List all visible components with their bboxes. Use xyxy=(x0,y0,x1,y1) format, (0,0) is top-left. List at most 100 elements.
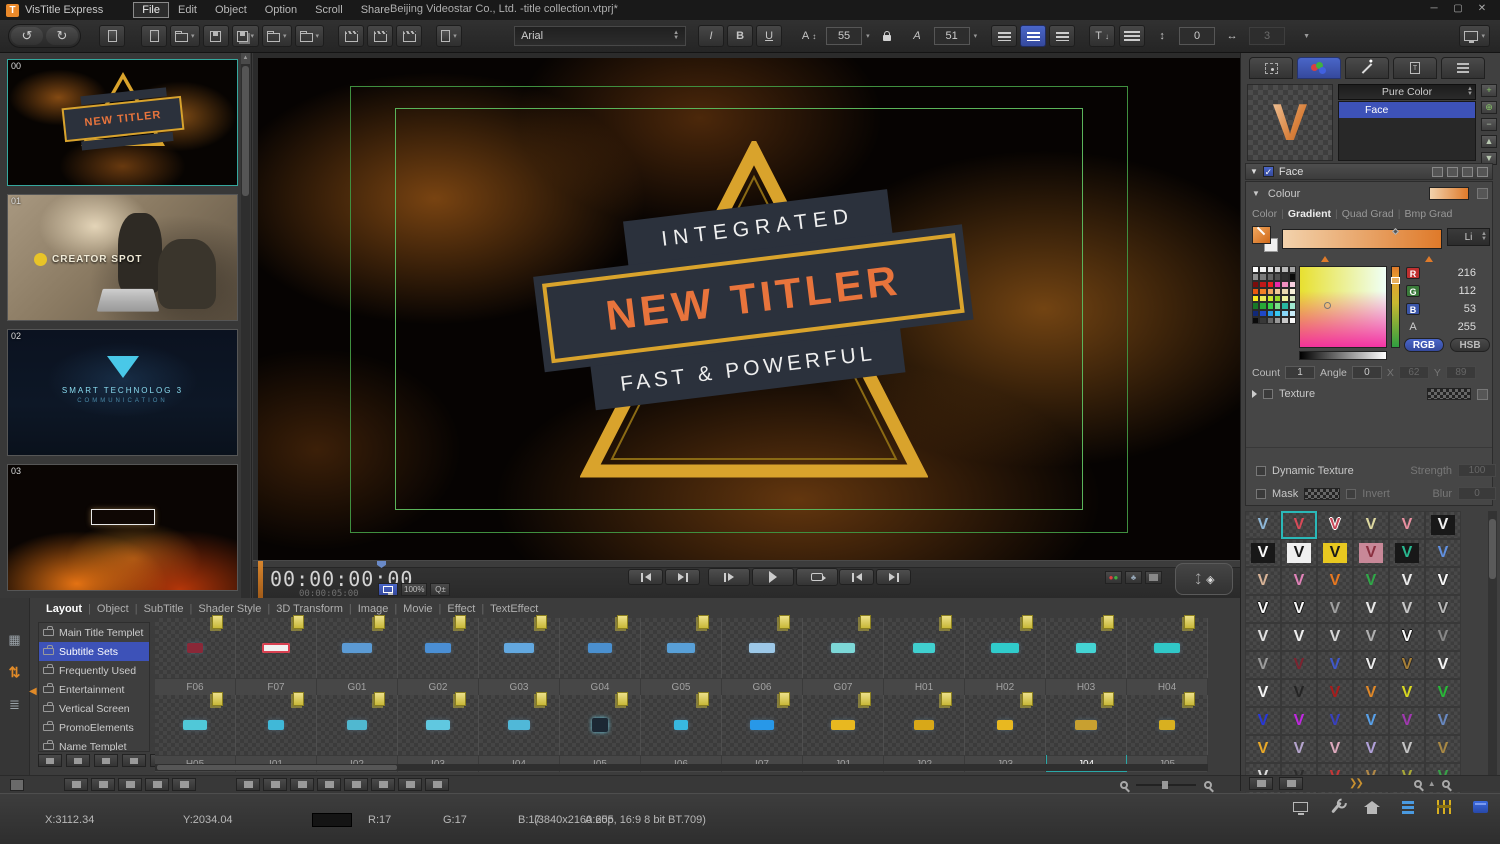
replace-template-button[interactable] xyxy=(290,778,314,791)
tab-object[interactable]: Object xyxy=(91,602,135,616)
fill-tab-gradient[interactable]: Gradient xyxy=(1288,208,1331,220)
style-preset-50[interactable]: V xyxy=(1317,735,1353,763)
palette-swatch[interactable] xyxy=(1252,295,1260,303)
fill-tab-color[interactable]: Color xyxy=(1252,208,1277,220)
tool-tab-library[interactable] xyxy=(1441,57,1485,79)
tab-image[interactable]: Image xyxy=(352,602,395,616)
import-template-button[interactable]: ▾ xyxy=(262,25,292,47)
x-input[interactable]: 62 xyxy=(1398,366,1429,379)
palette-swatch[interactable] xyxy=(1274,309,1282,317)
lock-ratio-button[interactable] xyxy=(874,25,900,47)
palette-swatch[interactable] xyxy=(1288,273,1296,281)
style-preset-11[interactable]: V xyxy=(1425,539,1461,567)
palette-swatch[interactable] xyxy=(1274,302,1282,310)
template-I05[interactable]: I05 xyxy=(560,692,641,772)
font-size-select[interactable]: 55 xyxy=(826,27,863,45)
mask-checkbox[interactable] xyxy=(1256,488,1266,499)
palette-swatch[interactable] xyxy=(1252,266,1260,274)
move-shader-up-button[interactable]: ▲ xyxy=(1481,135,1497,148)
category-frequently-used[interactable]: Frequently Used xyxy=(39,661,149,680)
align-right-button[interactable] xyxy=(1049,25,1076,47)
palette-swatch[interactable] xyxy=(1274,266,1282,274)
add-shader-button[interactable]: + xyxy=(1481,84,1497,97)
palette-swatch[interactable] xyxy=(1288,309,1296,317)
paste-template-button[interactable] xyxy=(371,778,395,791)
palette-swatch[interactable] xyxy=(1274,295,1282,303)
style-preset-41[interactable]: V xyxy=(1425,679,1461,707)
vertical-text-button[interactable]: T ↓ xyxy=(1089,25,1116,47)
palette-swatch[interactable] xyxy=(1274,280,1282,288)
text-underline-button[interactable]: U xyxy=(756,25,783,47)
remove-shader-button[interactable]: − xyxy=(1481,118,1497,131)
template-G04[interactable]: G04 xyxy=(560,615,641,695)
style-preset-37[interactable]: V xyxy=(1281,679,1317,707)
palette-swatch[interactable] xyxy=(1266,266,1274,274)
play-button[interactable] xyxy=(752,568,794,586)
scene-thumbnail-02[interactable]: 02 SMART TECHNOLOG 3 COMMUNICATION xyxy=(7,329,238,456)
save-project-button[interactable] xyxy=(202,25,229,47)
template-F07[interactable]: F07 xyxy=(236,615,317,695)
category-vertical-screen[interactable]: Vertical Screen xyxy=(39,699,149,718)
scene-thumbnail-00[interactable]: 00 NEW TITLER xyxy=(7,59,238,186)
line-spacing-input[interactable]: 0 xyxy=(1179,27,1216,45)
add-category-button[interactable] xyxy=(64,778,88,791)
template-I02[interactable]: I02 xyxy=(317,692,398,772)
palette-swatch[interactable] xyxy=(1252,273,1260,281)
confirm-template-button[interactable] xyxy=(317,778,341,791)
template-I03[interactable]: I03 xyxy=(398,692,479,772)
new-document-button[interactable] xyxy=(141,25,167,47)
template-I01[interactable]: I01 xyxy=(236,692,317,772)
gradient-stop[interactable] xyxy=(1425,256,1433,262)
gradient-mid-marker[interactable] xyxy=(1391,227,1400,236)
palette-swatch[interactable] xyxy=(1259,295,1267,303)
style-preset-8[interactable]: V xyxy=(1317,539,1353,567)
style-preset-7[interactable]: V xyxy=(1281,539,1317,567)
palette-swatch[interactable] xyxy=(1288,266,1296,274)
template-J01[interactable]: J01 xyxy=(803,692,884,772)
style-preset-18[interactable]: V xyxy=(1245,595,1281,623)
palette-swatch[interactable] xyxy=(1281,266,1289,274)
font-size-caret-icon[interactable]: ▾ xyxy=(866,32,870,40)
palette-swatch[interactable] xyxy=(1288,316,1296,324)
style-preset-4[interactable]: V xyxy=(1389,511,1425,539)
palette-swatch[interactable] xyxy=(1288,302,1296,310)
mask-swatch[interactable] xyxy=(1304,487,1341,500)
palette-swatch[interactable] xyxy=(1259,273,1267,281)
gradient-bar[interactable] xyxy=(1282,227,1442,262)
line-arrange-button[interactable] xyxy=(1119,25,1146,47)
template-G02[interactable]: G02 xyxy=(398,615,479,695)
quality-button[interactable]: Q± xyxy=(430,583,451,596)
tool-tab-selection[interactable] xyxy=(1249,57,1293,79)
texture-options-icon[interactable] xyxy=(1477,388,1488,400)
style-preset-39[interactable]: V xyxy=(1353,679,1389,707)
template-H04[interactable]: H04 xyxy=(1127,615,1208,695)
title-banner-group[interactable]: INTEGRATED NEW TITLER FAST & POWERFUL xyxy=(528,181,987,476)
category-subtitle-sets[interactable]: Subtitle Sets xyxy=(39,642,149,661)
save-project-as-button[interactable]: ▾ xyxy=(231,25,260,47)
next-frame-button[interactable] xyxy=(665,569,700,585)
tools-wrench-icon[interactable] xyxy=(1326,798,1346,816)
angle-input[interactable]: 0 xyxy=(1351,366,1382,379)
remove-template-button[interactable] xyxy=(263,778,287,791)
zoom-percent-button[interactable]: 100% xyxy=(401,583,428,596)
preset-tool-button[interactable] xyxy=(1249,777,1273,790)
palette-swatch[interactable] xyxy=(1259,280,1267,288)
style-preset-48[interactable]: V xyxy=(1245,735,1281,763)
expand-icon[interactable]: ▼ xyxy=(1252,189,1260,198)
preset-tool-button[interactable] xyxy=(1279,777,1303,790)
template-J04[interactable]: J04 xyxy=(1046,692,1127,772)
palette-swatch[interactable] xyxy=(1281,280,1289,288)
skew-select[interactable]: 51 xyxy=(933,27,970,45)
style-preset-47[interactable]: V xyxy=(1425,707,1461,735)
palette-swatch[interactable] xyxy=(1266,316,1274,324)
minimize-button[interactable]: ─ xyxy=(1422,0,1446,18)
go-to-end-button[interactable] xyxy=(876,569,911,585)
template-I04[interactable]: I04 xyxy=(479,692,560,772)
zoom-in-icon[interactable] xyxy=(1204,780,1212,789)
current-gradient-swatch[interactable] xyxy=(1429,187,1469,200)
scene-thumbnail-03[interactable]: 03 xyxy=(7,464,238,591)
library-settings-button[interactable] xyxy=(425,778,449,791)
font-spinner-icon[interactable]: ▲ ▼ xyxy=(673,30,679,41)
tab-shader-style[interactable]: Shader Style xyxy=(192,602,267,616)
interpolation-select[interactable]: Li ▲ ▼ xyxy=(1447,228,1490,246)
